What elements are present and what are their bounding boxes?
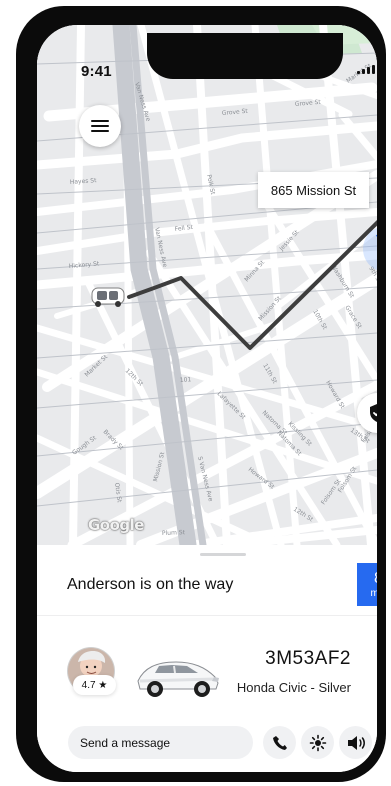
google-label: Google bbox=[88, 516, 144, 534]
eta-title: Anderson is on the way bbox=[67, 576, 234, 593]
phone-frame: 9:41 Grove St Grove St Market Van Ness A… bbox=[16, 6, 386, 782]
app-screen: 9:41 Grove St Grove St Market Van Ness A… bbox=[37, 25, 377, 772]
destination-label: 865 Mission St bbox=[258, 172, 369, 208]
car-icon bbox=[91, 287, 125, 307]
message-input[interactable] bbox=[68, 726, 253, 759]
car-model: Honda Civic - Silver bbox=[236, 680, 351, 695]
map-canvas: Grove St Grove St Market St Van Ness Ave… bbox=[37, 25, 377, 545]
brightness-button[interactable] bbox=[301, 726, 334, 759]
phone-icon bbox=[272, 735, 287, 750]
sheet-handle[interactable] bbox=[200, 553, 246, 556]
driver-rating: 4.7 ★ bbox=[73, 675, 116, 695]
driver-card: 4.7 ★ bbox=[68, 648, 228, 708]
ride-status-sheet: Anderson is on the way 8 min bbox=[37, 545, 377, 772]
status-time: 9:41 bbox=[81, 63, 112, 80]
shield-check-icon bbox=[370, 404, 377, 422]
map-view[interactable]: Grove St Grove St Market St Van Ness Ave… bbox=[37, 25, 377, 545]
eta-badge: 8 min bbox=[357, 563, 377, 606]
sound-button[interactable] bbox=[339, 726, 372, 759]
signal-icon bbox=[357, 64, 375, 74]
speaker-icon bbox=[347, 735, 365, 750]
menu-button[interactable] bbox=[79, 105, 121, 147]
menu-icon bbox=[91, 119, 109, 133]
sun-icon bbox=[309, 734, 326, 751]
license-plate: 3M53AF2 bbox=[265, 648, 351, 669]
sheet-divider bbox=[37, 615, 377, 616]
phone-notch bbox=[147, 33, 343, 79]
street-label: Plum St bbox=[162, 529, 186, 537]
street-label: 101 bbox=[180, 376, 192, 384]
status-icons bbox=[357, 64, 377, 74]
vehicle-image bbox=[137, 661, 219, 697]
eta-unit: min bbox=[370, 587, 377, 599]
phone-button[interactable] bbox=[263, 726, 296, 759]
eta-number: 8 bbox=[374, 570, 377, 587]
